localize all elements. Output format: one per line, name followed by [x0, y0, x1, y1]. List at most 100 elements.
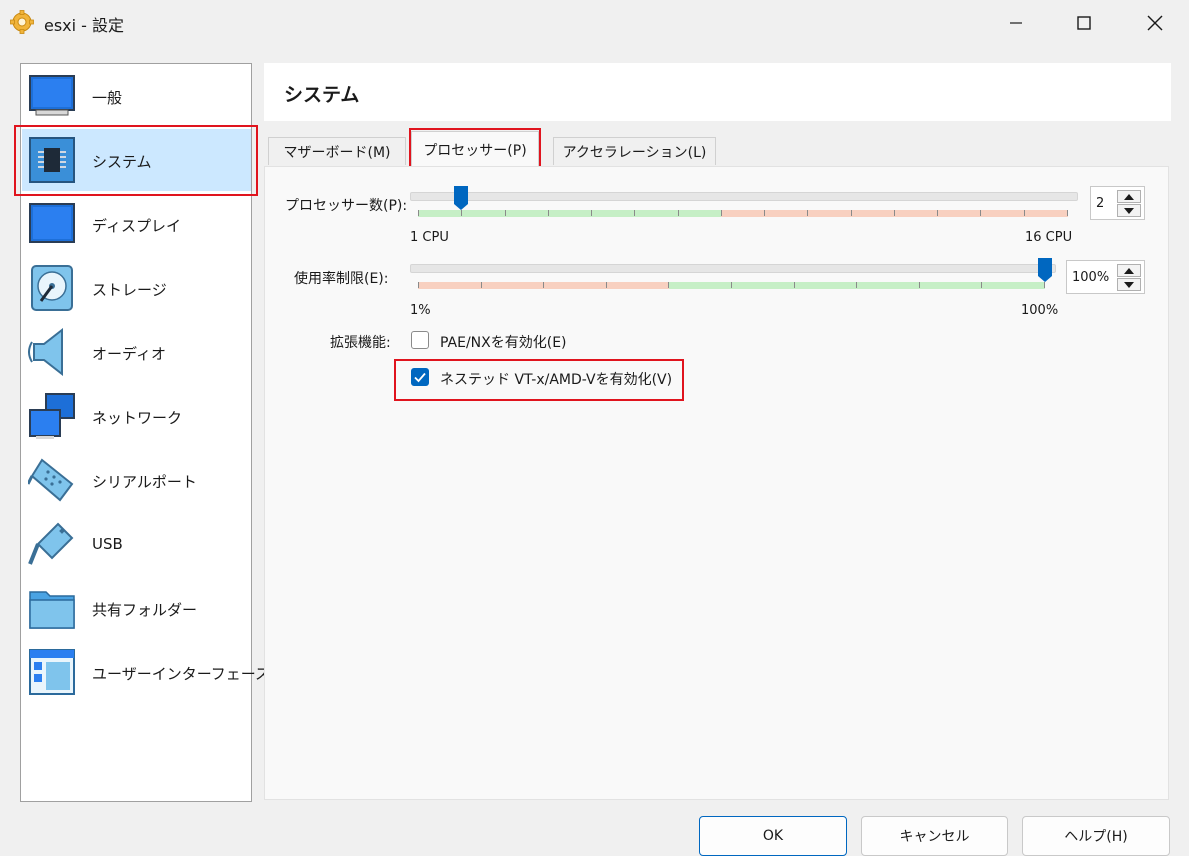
sidebar-item-label: ストレージ [92, 281, 167, 299]
execution-cap-value: 100% [1072, 270, 1110, 285]
processor-tick [894, 210, 895, 216]
highlight-box-nested-vtx [394, 359, 684, 401]
network-icon [28, 392, 76, 440]
processor-tick [548, 210, 549, 216]
close-button[interactable] [1127, 0, 1183, 46]
processor-tick [851, 210, 852, 216]
processor-count-label: プロセッサー数(P): [285, 198, 408, 214]
cap-slider-track [410, 264, 1056, 273]
processor-tick [721, 210, 722, 216]
cap-tick [1044, 282, 1045, 288]
cap-increment-button[interactable] [1117, 264, 1141, 277]
processor-tick [591, 210, 592, 216]
sidebar-item-display[interactable]: ディスプレイ [22, 193, 251, 255]
cap-tick [856, 282, 857, 288]
sidebar-item-label: シリアルポート [92, 473, 197, 491]
processor-tick [764, 210, 765, 216]
processor-tick [505, 210, 506, 216]
execution-cap-slider[interactable] [410, 258, 1056, 294]
processor-tick [980, 210, 981, 216]
ok-button[interactable]: OK [699, 816, 847, 856]
cap-min-label: 1% [410, 303, 431, 318]
maximize-button[interactable] [1056, 0, 1112, 46]
processor-slider-track [410, 192, 1078, 201]
cap-slider-scale [418, 282, 1045, 289]
cancel-button[interactable]: キャンセル [861, 816, 1008, 856]
processor-slider-thumb[interactable] [454, 186, 469, 210]
sidebar-item-label: USB [92, 535, 123, 553]
cap-tick [981, 282, 982, 288]
cap-tick [606, 282, 607, 288]
processor-min-label: 1 CPU [410, 230, 449, 245]
sidebar-item-label: 共有フォルダー [92, 601, 198, 619]
monitor-icon [28, 72, 76, 120]
processor-tick [634, 210, 635, 216]
page-header [264, 63, 1171, 121]
minimize-icon [1010, 22, 1022, 24]
sidebar-item-label: 一般 [92, 89, 123, 107]
sidebar-item-label: ユーザーインターフェース [92, 665, 271, 683]
processor-tick [1024, 210, 1025, 216]
page-title: システム [284, 84, 360, 106]
processor-max-label: 16 CPU [1025, 230, 1073, 245]
extended-features-label: 拡張機能: [330, 335, 391, 351]
cap-decrement-button[interactable] [1117, 278, 1141, 291]
processor-tick [678, 210, 679, 216]
cap-scale-right [669, 282, 1045, 289]
processor-tick [807, 210, 808, 216]
display-icon [28, 200, 76, 248]
speaker-icon [28, 327, 76, 377]
cap-tick [418, 282, 419, 288]
tab-acceleration[interactable]: アクセラレーション(L) [553, 137, 716, 165]
execution-cap-label: 使用率制限(E): [294, 271, 389, 287]
cap-tick [668, 282, 669, 288]
folder-icon [28, 584, 76, 632]
sidebar-item-label: ディスプレイ [92, 217, 181, 235]
sidebar-item-serial-port[interactable]: シリアルポート [22, 449, 251, 511]
chevron-down-icon [1124, 207, 1134, 214]
highlight-box-system [14, 125, 258, 196]
usb-icon [28, 520, 76, 568]
cap-tick [731, 282, 732, 288]
cap-tick [543, 282, 544, 288]
processor-count-spinbox[interactable]: 2 [1090, 186, 1145, 220]
cap-slider-thumb[interactable] [1038, 258, 1052, 282]
execution-cap-spinbox[interactable]: 100% [1066, 260, 1145, 294]
cap-tick [794, 282, 795, 288]
processor-tick [937, 210, 938, 216]
pae-nx-checkbox[interactable] [411, 331, 429, 349]
sidebar-item-user-interface[interactable]: ユーザーインターフェース [22, 641, 270, 703]
sidebar-item-shared-folders[interactable]: 共有フォルダー [22, 577, 251, 639]
sidebar-item-storage[interactable]: ストレージ [22, 257, 251, 319]
processor-tick [1067, 210, 1068, 216]
processor-count-slider[interactable] [410, 186, 1078, 222]
window-title: esxi - 設定 [44, 16, 125, 35]
processor-decrement-button[interactable] [1117, 204, 1141, 217]
chevron-up-icon [1124, 267, 1134, 274]
processor-increment-button[interactable] [1117, 190, 1141, 203]
chevron-down-icon [1124, 281, 1134, 288]
cap-max-label: 100% [1021, 303, 1059, 318]
processor-scale-left [418, 210, 721, 217]
sidebar-item-general[interactable]: 一般 [22, 65, 251, 127]
chevron-up-icon [1124, 193, 1134, 200]
sidebar-item-network[interactable]: ネットワーク [22, 385, 251, 447]
processor-slider-scale [418, 210, 1068, 217]
storage-disk-icon [28, 264, 76, 312]
user-interface-icon [28, 648, 76, 696]
minimize-button[interactable] [988, 0, 1044, 46]
pae-nx-label[interactable]: PAE/NXを有効化(E) [440, 332, 567, 352]
processor-tick [461, 210, 462, 216]
close-icon [1147, 15, 1163, 31]
sidebar-item-audio[interactable]: オーディオ [22, 321, 251, 383]
sidebar-item-usb[interactable]: USB [22, 513, 251, 575]
cap-tick [481, 282, 482, 288]
tab-motherboard[interactable]: マザーボード(M) [268, 137, 406, 165]
help-button[interactable]: ヘルプ(H) [1022, 816, 1170, 856]
gear-icon [10, 10, 34, 34]
sidebar-item-label: ネットワーク [92, 409, 183, 427]
sidebar-item-label: オーディオ [92, 345, 166, 363]
highlight-box-processor-tab [409, 128, 541, 168]
serial-port-icon [26, 456, 76, 504]
processor-count-value: 2 [1096, 196, 1105, 211]
